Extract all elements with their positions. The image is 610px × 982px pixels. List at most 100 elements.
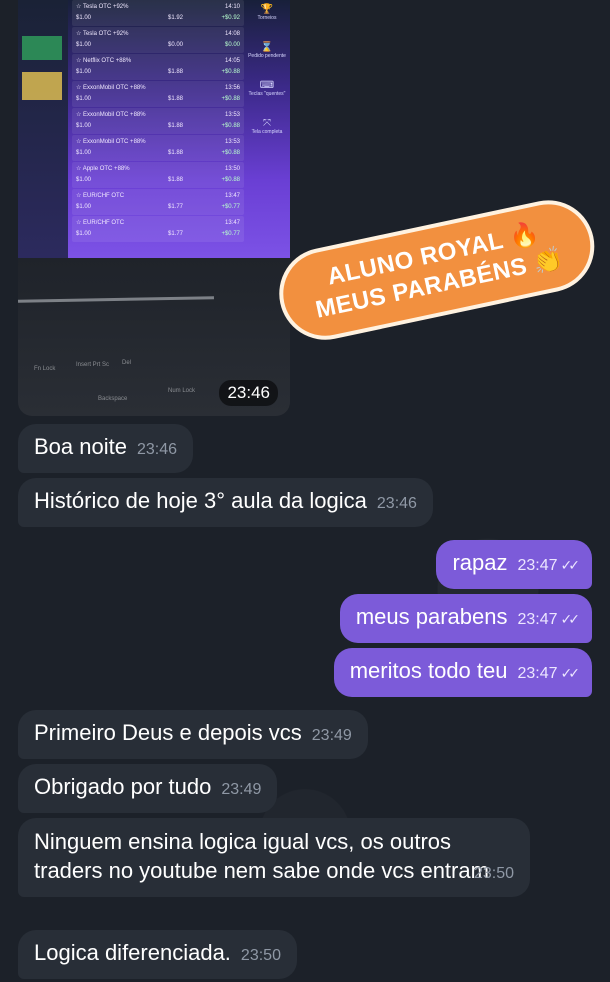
yellow-status-box [22,72,62,100]
message-text: meritos todo teu [349,658,508,683]
key-backspace: Backspace [98,396,128,402]
trade-result: +$0.88 [221,96,240,102]
trade-name: ☆ Netflix OTC +88% [76,58,132,64]
trade-time: 14:08 [224,31,240,37]
trade-result: +$0.77 [221,204,240,210]
trade-time: 14:05 [224,58,240,64]
trade-result: +$0.92 [221,15,240,21]
trade-name: ☆ ExxonMobil OTC +88% [76,139,146,145]
trade-result: +$0.88 [221,150,240,156]
message-bubble[interactable]: Obrigado por tudo 23:49 [18,764,278,813]
trade-list: ☆ Tesla OTC +92% 14:10 $1.00 $1.92 +$0.92 ☆ T… [72,0,244,243]
trade-row: ☆ Tesla OTC +92% 14:08 $1.00 $0.00 $0.00 [72,27,244,53]
trade-time: 13:53 [224,112,240,118]
message-text: Ninguem ensina logica igual vcs, os outr… [34,829,489,883]
trade-amount: $1.00 [76,150,92,156]
message-time: 23:46 [376,495,417,512]
trade-name: ☆ EUR/CHF OTC [76,193,125,199]
message-time: 23:49 [221,781,262,798]
message-text: meus parabens [355,604,508,629]
message-text: Logica diferenciada. [34,940,231,965]
trophy-icon: 🏆 [260,4,274,15]
message-time: 23:47 [517,557,558,574]
trade-time: 13:56 [224,85,240,91]
side-tools: 🏆 Torneios ⌛ Pedido pendente ⌨ Teclas "quente… [244,0,290,152]
trade-row: ☆ EUR/CHF OTC 13:47 $1.00 $1.77 +$0.77 [72,189,244,215]
trade-amount: $1.00 [76,231,92,237]
laptop-edge [18,296,215,303]
side-tool-label: Pedido pendente [248,53,286,59]
trade-amount: $1.00 [76,177,92,183]
trade-value: $1.77 [168,204,184,210]
side-tool-label: Teclas "quentes" [248,91,286,97]
read-check-icon: ✓✓ [560,557,581,573]
side-tool-label: Torneios [257,15,277,21]
trade-amount: $1.00 [76,69,92,75]
key-del: Del [122,360,132,366]
message-bubble[interactable]: meritos todo teu 23:47 ✓✓ [333,648,592,697]
photo-screen: ☆ Tesla OTC +92% 14:10 $1.00 $1.92 +$0.92 ☆ T… [18,0,290,258]
message-bubble[interactable]: rapaz 23:47 ✓✓ [436,540,592,589]
side-tool: 🏆 Torneios [244,0,290,38]
read-check-icon: ✓✓ [560,665,581,681]
side-tool-label: Tela completa [251,129,283,135]
green-status-box [22,36,62,60]
trade-time: 13:47 [224,220,240,226]
trade-value: $1.88 [168,177,184,183]
trade-name: ☆ EUR/CHF OTC [76,220,125,226]
photo-keyboard: Fn Lock Insert Prt Sc Del Backspace Num … [18,258,290,416]
trade-name: ☆ Tesla OTC +92% [76,4,129,10]
message-bubble[interactable]: Histórico de hoje 3° aula da logica 23:46 [18,478,433,527]
trade-row: ☆ Netflix OTC +88% 14:05 $1.00 $1.88 +$0.88 [72,54,244,80]
expand-icon: ⤧ [263,118,271,129]
trade-time: 13:50 [224,166,240,172]
trade-amount: $1.00 [76,96,92,102]
trade-name: ☆ Apple OTC +88% [76,166,130,172]
trade-row: ☆ ExxonMobil OTC +88% 13:53 $1.00 $1.88 +$0.… [72,108,244,134]
key-numlock: Num Lock [168,388,196,394]
message-text: rapaz [452,550,508,575]
trade-value: $1.88 [168,96,184,102]
key-insert: Insert Prt Sc [76,362,110,368]
trade-row: ☆ Tesla OTC +92% 14:10 $1.00 $1.92 +$0.92 [72,0,244,26]
message-text: Primeiro Deus e depois vcs [34,720,302,745]
side-tool: ⤧ Tela completa [244,114,290,152]
message-bubble[interactable]: Logica diferenciada. 23:50 [18,930,297,979]
message-text: Histórico de hoje 3° aula da logica [34,488,367,513]
trade-row: ☆ ExxonMobil OTC +88% 13:56 $1.00 $1.88 +$0.… [72,81,244,107]
message-text: Boa noite [34,434,127,459]
message-bubble[interactable]: meus parabens 23:47 ✓✓ [339,594,592,643]
trade-time: 13:47 [224,193,240,199]
message-bubble[interactable]: Primeiro Deus e depois vcs 23:49 [18,710,368,759]
trade-amount: $1.00 [76,42,92,48]
message-time: 23:50 [240,947,281,964]
trade-amount: $1.00 [76,15,92,21]
trade-result: $0.00 [224,42,240,48]
message-bubble[interactable]: Ninguem ensina logica igual vcs, os outr… [18,818,530,897]
trade-value: $0.00 [168,42,184,48]
trade-time: 13:53 [224,139,240,145]
trade-value: $1.88 [168,123,184,129]
trade-row: ☆ ExxonMobil OTC +88% 13:53 $1.00 $1.88 +$0.… [72,135,244,161]
trade-value: $1.77 [168,231,184,237]
trade-result: +$0.88 [221,177,240,183]
trade-name: ☆ Tesla OTC +92% [76,31,129,37]
message-bubble[interactable]: Boa noite 23:46 [18,424,194,473]
message-text: Obrigado por tudo [34,774,212,799]
key-fn-lock: Fn Lock [34,366,56,372]
trade-name: ☆ ExxonMobil OTC +88% [76,112,146,118]
message-time: 23:49 [311,727,352,744]
trade-result: +$0.77 [221,231,240,237]
message-time: 23:47 [517,611,558,628]
message-time: 23:46 [136,441,178,458]
trade-amount: $1.00 [76,204,92,210]
trade-result: +$0.88 [221,123,240,129]
trade-value: $1.88 [168,69,184,75]
photo-time: 23:46 [219,380,278,406]
trade-name: ☆ ExxonMobil OTC +88% [76,85,146,91]
hourglass-icon: ⌛ [260,42,274,53]
side-tool: ⌛ Pedido pendente [244,38,290,76]
read-check-icon: ✓✓ [560,611,581,627]
message-time: 23:47 [517,665,558,682]
photo-message[interactable]: ☆ Tesla OTC +92% 14:10 $1.00 $1.92 +$0.92 ☆ T… [18,0,290,416]
